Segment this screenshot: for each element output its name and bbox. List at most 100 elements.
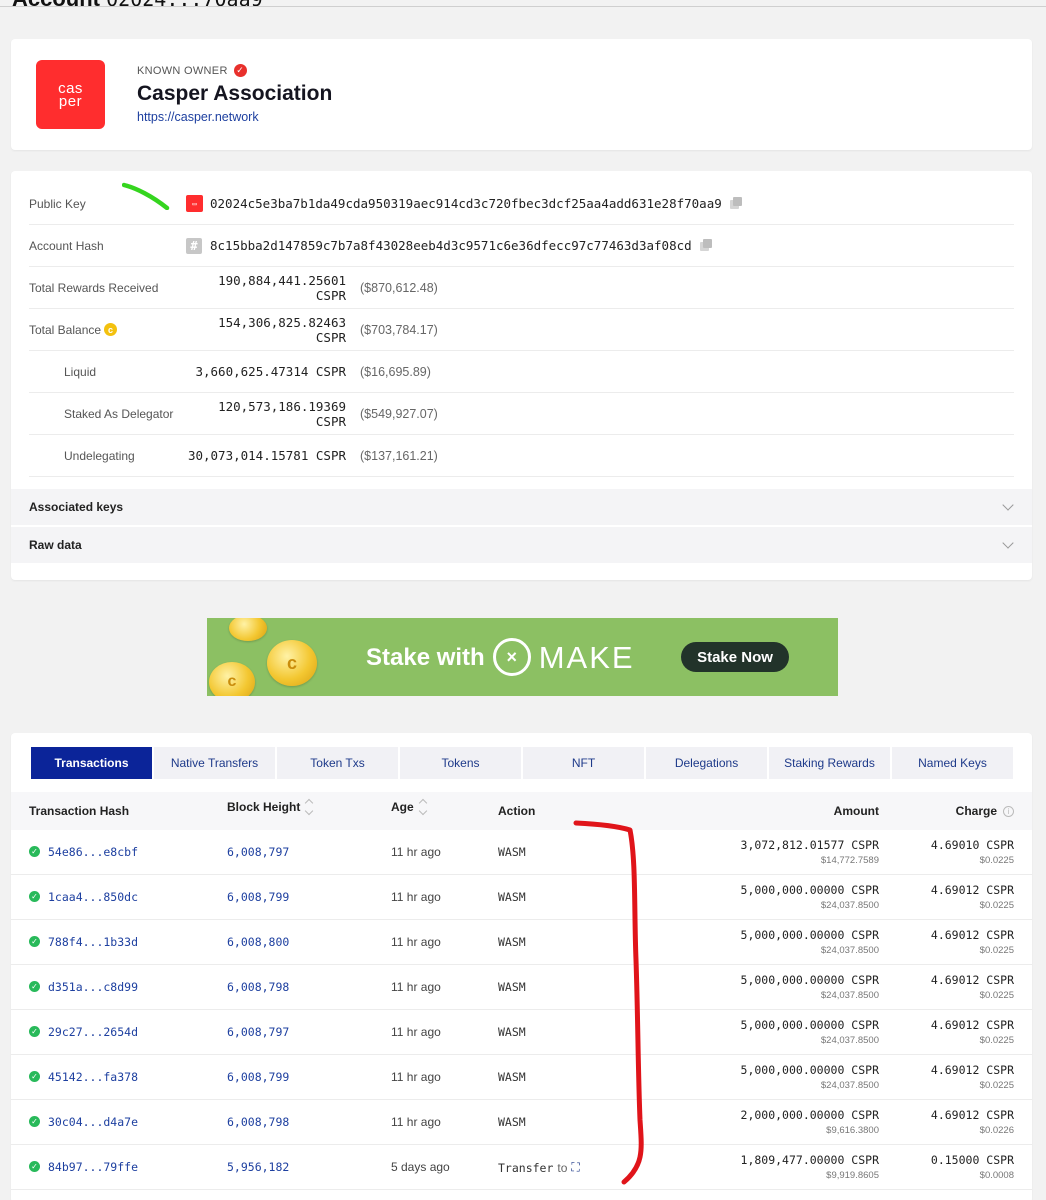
make-brand: MAKE xyxy=(538,640,635,675)
tab-native-transfers[interactable]: Native Transfers xyxy=(154,747,275,779)
tx-action: WASM xyxy=(498,890,526,904)
tx-amount-cspr: 5,000,000.00000 CSPR xyxy=(740,1063,879,1077)
total-rewards-row: Total Rewards Received 190,884,441.25601… xyxy=(29,267,1014,309)
tx-amount: 5,000,000.00000 CSPR $24,037.8500 xyxy=(741,973,879,1001)
tx-hash-link[interactable]: 54e86...e8cbf xyxy=(48,845,138,859)
block-height-link[interactable]: 6,008,799 xyxy=(227,1070,289,1084)
tab-staking-rewards[interactable]: Staking Rewards xyxy=(769,747,890,779)
raw-data-label: Raw data xyxy=(29,538,82,552)
table-row[interactable]: ✓ 1caa4...850dc 6,008,799 11 hr ago WASM 5,00… xyxy=(11,875,1032,920)
tx-age: 11 hr ago xyxy=(391,890,441,904)
header-charge: Charge i xyxy=(956,804,1014,818)
tx-action-label: WASM xyxy=(498,980,526,994)
tab-token-txs[interactable]: Token Txs xyxy=(277,747,398,779)
tx-charge: 4.69012 CSPR $0.0225 xyxy=(931,883,1014,911)
tx-charge-cspr: 0.15000 CSPR xyxy=(930,1153,1014,1167)
staked-value: 120,573,186.19369 CSPR ($549,927.07) xyxy=(186,399,438,429)
stake-banner[interactable]: c c Stake with × MAKE Stake Now xyxy=(207,618,838,696)
table-row[interactable]: ✓ 84b97...79ffe 5,956,182 5 days ago Transfe… xyxy=(11,1145,1032,1190)
block-height-link[interactable]: 6,008,800 xyxy=(227,935,289,949)
tx-action-label: WASM xyxy=(498,1115,526,1129)
red-annotation-stroke xyxy=(573,820,644,1185)
total-rewards-amount: 190,884,441.25601 CSPR xyxy=(218,272,346,303)
table-row[interactable]: ✓ 30c04...d4a7e 6,008,798 11 hr ago WASM 2,00… xyxy=(11,1100,1032,1145)
block-height-link[interactable]: 6,008,798 xyxy=(227,980,289,994)
header-transaction-hash: Transaction Hash xyxy=(29,804,130,818)
success-check-icon: ✓ xyxy=(29,846,40,857)
tab-delegations[interactable]: Delegations xyxy=(646,747,767,779)
tab-named-keys[interactable]: Named Keys xyxy=(892,747,1013,779)
tx-charge: 4.69012 CSPR $0.0225 xyxy=(931,973,1014,1001)
raw-data-accordion[interactable]: Raw data xyxy=(11,527,1032,563)
block-height-link[interactable]: 6,008,797 xyxy=(227,845,289,859)
sort-icon[interactable] xyxy=(418,798,427,816)
tx-charge-usd: $0.0226 xyxy=(979,1125,1014,1136)
block-height-link[interactable]: 5,956,182 xyxy=(227,1160,289,1174)
copy-icon[interactable] xyxy=(699,239,713,252)
tx-age: 5 days ago xyxy=(391,1160,450,1174)
chevron-down-icon xyxy=(1002,499,1014,511)
tab-transactions[interactable]: Transactions xyxy=(31,747,152,779)
staked-amount: 120,573,186.19369 CSPR xyxy=(218,398,346,429)
tx-amount: 2,000,000.00000 CSPR $9,616.3800 xyxy=(741,1108,879,1136)
tx-charge-cspr: 4.69010 CSPR xyxy=(930,838,1014,852)
tab-tokens[interactable]: Tokens xyxy=(400,747,521,779)
tx-hash-link[interactable]: d351a...c8d99 xyxy=(48,980,138,994)
header-block-height-label: Block Height xyxy=(227,800,301,814)
block-height-link[interactable]: 6,008,797 xyxy=(227,1025,289,1039)
tx-amount-cspr: 3,072,812.01577 CSPR xyxy=(740,838,879,852)
success-check-icon: ✓ xyxy=(29,1026,40,1037)
associated-keys-accordion[interactable]: Associated keys xyxy=(11,489,1032,525)
tx-hash-link[interactable]: 29c27...2654d xyxy=(48,1025,138,1039)
tx-action-label: WASM xyxy=(498,1070,526,1084)
tx-hash-link[interactable]: 788f4...1b33d xyxy=(48,935,138,949)
table-row[interactable]: ✓ 54e86...e8cbf 6,008,797 11 hr ago WASM 3,07… xyxy=(11,830,1032,875)
tx-action: WASM xyxy=(498,935,526,949)
header-age[interactable]: Age xyxy=(391,798,427,816)
tx-hash-link[interactable]: 30c04...d4a7e xyxy=(48,1115,138,1129)
sort-icon[interactable] xyxy=(305,798,314,816)
owner-website-link[interactable]: https://casper.network xyxy=(137,110,259,124)
staked-usd: ($549,927.07) xyxy=(360,406,438,421)
tx-age: 11 hr ago xyxy=(391,935,441,949)
tx-hash-link[interactable]: 84b97...79ffe xyxy=(48,1160,138,1174)
table-row[interactable]: ✓ 29c27...2654d 6,008,797 11 hr ago WASM 5,00… xyxy=(11,1010,1032,1055)
owner-name: Casper Association xyxy=(137,82,333,105)
table-row[interactable]: ✓ 788f4...1b33d 6,008,800 11 hr ago WASM 5,00… xyxy=(11,920,1032,965)
tx-charge: 4.69012 CSPR $0.0225 xyxy=(931,1063,1014,1091)
table-row[interactable]: ✓ d351a...c8d99 6,008,798 11 hr ago WASM 5,00… xyxy=(11,965,1032,1010)
undelegating-row: Undelegating 30,073,014.15781 CSPR ($137… xyxy=(29,435,1014,477)
staked-row: Staked As Delegator 120,573,186.19369 CS… xyxy=(29,393,1014,435)
header-block-height[interactable]: Block Height xyxy=(227,798,314,816)
copy-icon[interactable] xyxy=(729,197,743,210)
info-icon[interactable]: i xyxy=(1003,805,1014,817)
tab-nft[interactable]: NFT xyxy=(523,747,644,779)
tx-amount-cspr: 5,000,000.00000 CSPR xyxy=(740,1018,879,1032)
account-hash-value: # 8c15bba2d147859c7b7a8f43028eeb4d3c9571… xyxy=(186,237,713,254)
tx-amount: 1,809,477.00000 CSPR $9,919.8605 xyxy=(741,1153,879,1181)
public-key-text[interactable]: 02024c5e3ba7b1da49cda950319aec914cd3c720… xyxy=(210,196,722,211)
logo-text-bottom: per xyxy=(58,92,83,110)
tx-charge-usd: $0.0225 xyxy=(979,990,1014,1001)
tx-hash-link[interactable]: 1caa4...850dc xyxy=(48,890,138,904)
tx-age: 11 hr ago xyxy=(391,1025,441,1039)
header-divider xyxy=(0,6,1046,7)
tx-action: WASM xyxy=(498,1070,526,1084)
tx-hash-link[interactable]: 45142...fa378 xyxy=(48,1070,138,1084)
tx-age: 11 hr ago xyxy=(391,845,441,859)
tx-action: WASM xyxy=(498,845,526,859)
block-height-link[interactable]: 6,008,798 xyxy=(227,1115,289,1129)
stake-now-button[interactable]: Stake Now xyxy=(681,642,789,672)
block-height-link[interactable]: 6,008,799 xyxy=(227,890,289,904)
green-annotation-stroke xyxy=(122,182,170,210)
table-row[interactable]: ✓ 45142...fa378 6,008,799 11 hr ago WASM 5,00… xyxy=(11,1055,1032,1100)
success-check-icon: ✓ xyxy=(29,891,40,902)
total-rewards-value: 190,884,441.25601 CSPR ($870,612.48) xyxy=(186,273,438,303)
chevron-down-icon xyxy=(1002,537,1014,549)
account-hash-text[interactable]: 8c15bba2d147859c7b7a8f43028eeb4d3c9571c6… xyxy=(210,238,692,253)
associated-keys-label: Associated keys xyxy=(29,500,124,514)
coin-icon: c xyxy=(104,323,118,336)
owner-card: cas per KNOWN OWNER ✓ Casper Association… xyxy=(11,39,1032,150)
tx-amount-usd: $9,616.3800 xyxy=(826,1125,879,1136)
tx-charge-usd: $0.0225 xyxy=(979,945,1014,956)
